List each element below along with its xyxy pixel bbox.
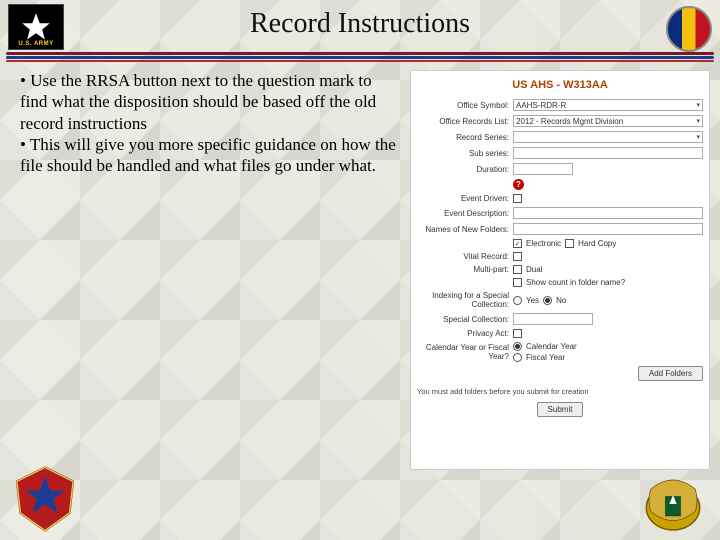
fiscal-year-radio[interactable] (513, 353, 522, 362)
content-area: • Use the RRSA button next to the questi… (20, 70, 710, 470)
army-logo: U.S. ARMY (8, 4, 64, 50)
unit-crest-icon (636, 474, 710, 534)
label-office-records-list: Office Records List: (417, 117, 509, 126)
label-record-series: Record Series: (417, 133, 509, 142)
label-event-driven: Event Driven: (417, 194, 509, 203)
bullet-1: • Use the RRSA button next to the questi… (20, 70, 400, 134)
show-count-checkbox[interactable] (513, 278, 522, 287)
sub-series-input[interactable] (513, 147, 703, 159)
star-icon (21, 12, 51, 42)
label-calendar-fiscal: Calendar Year or Fiscal Year? (417, 343, 509, 361)
label-multi-part: Multi-part: (417, 265, 509, 274)
chevron-down-icon: ▾ (696, 117, 700, 125)
label-privacy-act: Privacy Act: (417, 329, 509, 338)
form-note: You must add folders before you submit f… (417, 387, 703, 396)
add-folders-button[interactable]: Add Folders (638, 366, 703, 381)
electronic-checkbox[interactable]: ✓ (513, 239, 522, 248)
label-vital-record: Vital Record: (417, 252, 509, 261)
label-duration: Duration: (417, 165, 509, 174)
calendar-year-radio[interactable] (513, 342, 522, 351)
question-mark-icon[interactable]: ? (513, 179, 524, 190)
yes-label: Yes (526, 296, 539, 305)
duration-input[interactable] (513, 163, 573, 175)
hardcopy-label: Hard Copy (578, 239, 616, 248)
office-records-list-select[interactable]: 2012 - Records Mgmt Division ▾ (513, 115, 703, 127)
electronic-label: Electronic (526, 239, 561, 248)
label-special-collection: Special Collection: (417, 315, 509, 324)
army-logo-text: U.S. ARMY (9, 41, 63, 47)
label-office-symbol: Office Symbol: (417, 101, 509, 110)
chevron-down-icon: ▾ (696, 133, 700, 141)
indexing-no-radio[interactable] (543, 296, 552, 305)
record-series-select[interactable]: ▾ (513, 131, 703, 143)
hardcopy-checkbox[interactable] (565, 239, 574, 248)
label-indexing: Indexing for a Special Collection: (417, 291, 509, 309)
instruction-bullets: • Use the RRSA button next to the questi… (20, 70, 400, 470)
dual-label: Dual (526, 265, 542, 274)
privacy-act-checkbox[interactable] (513, 329, 522, 338)
indexing-yes-radio[interactable] (513, 296, 522, 305)
folder-name-input[interactable] (513, 223, 703, 235)
label-sub-series: Sub series: (417, 149, 509, 158)
flag-roundel-icon (666, 6, 712, 52)
special-collection-input[interactable] (513, 313, 593, 325)
form-heading: US AHS - W313AA (417, 79, 703, 91)
no-label: No (556, 296, 566, 305)
slide: U.S. ARMY Record Instructions • Use the … (0, 0, 720, 540)
calendar-year-label: Calendar Year (526, 342, 577, 351)
label-names-new-folders: Names of New Folders: (417, 225, 509, 234)
office-records-list-value: 2012 - Records Mgmt Division (516, 117, 623, 126)
vital-record-checkbox[interactable] (513, 252, 522, 261)
form-screenshot: US AHS - W313AA Office Symbol: AAHS-RDR-… (410, 70, 710, 470)
divider-rules (6, 52, 714, 64)
unit-shield-icon (10, 464, 80, 534)
office-symbol-value: AAHS-RDR-R (516, 101, 566, 110)
dual-checkbox[interactable] (513, 265, 522, 274)
page-title: Record Instructions (0, 0, 720, 40)
show-count-label: Show count in folder name? (526, 278, 625, 287)
chevron-down-icon: ▾ (696, 101, 700, 109)
submit-button[interactable]: Submit (537, 402, 584, 417)
office-symbol-select[interactable]: AAHS-RDR-R ▾ (513, 99, 703, 111)
event-description-input[interactable] (513, 207, 703, 219)
fiscal-year-label: Fiscal Year (526, 353, 565, 362)
label-event-description: Event Description: (417, 209, 509, 218)
header: U.S. ARMY Record Instructions (0, 0, 720, 60)
event-driven-checkbox[interactable] (513, 194, 522, 203)
bullet-2: • This will give you more specific guida… (20, 134, 400, 177)
